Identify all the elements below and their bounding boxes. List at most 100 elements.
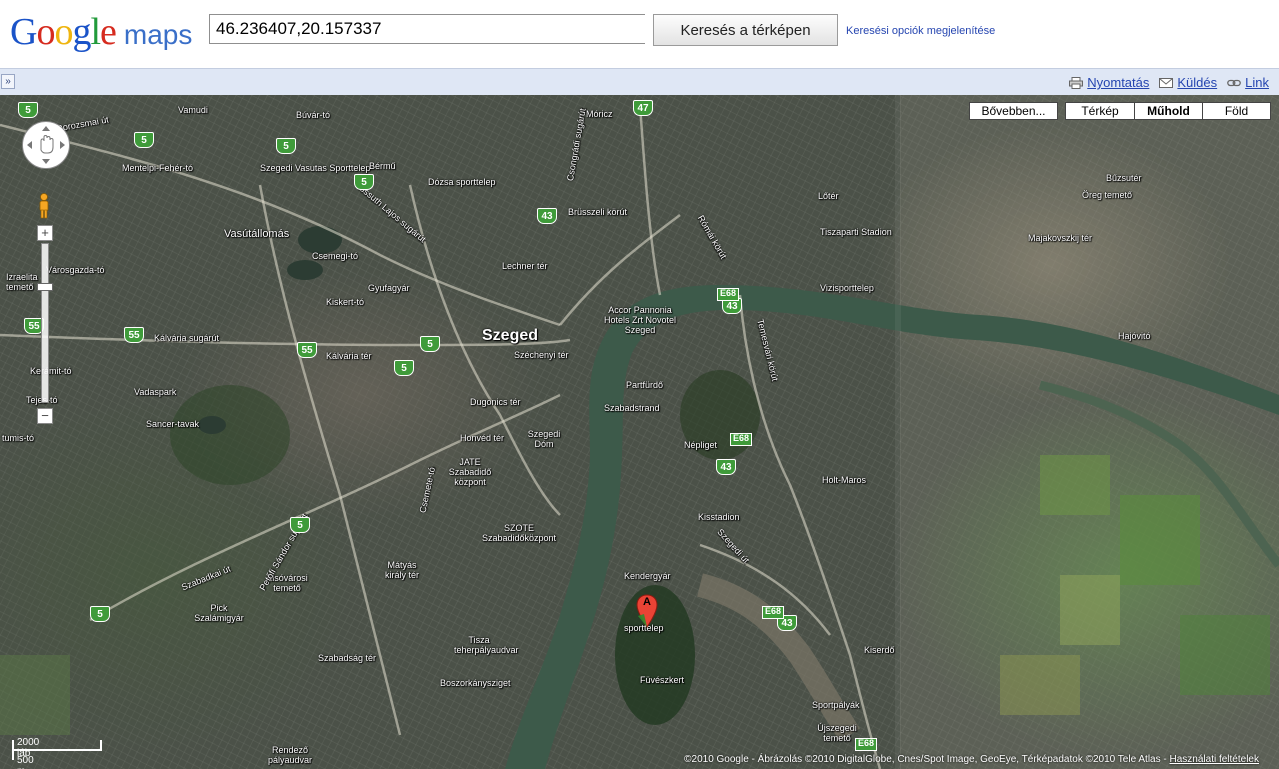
search-options-link[interactable]: Keresési opciók megjelenítése (846, 25, 995, 37)
map-label: Mátyás király tér (384, 560, 419, 580)
e-route-label: E68 (762, 606, 785, 619)
e-route-label: E68 (855, 738, 878, 751)
map-label: Vamudi (178, 105, 208, 115)
more-layers-button[interactable]: Bővebben... (969, 102, 1058, 120)
e-route-label: E68 (730, 433, 753, 446)
map-label: Lőtér (818, 191, 839, 201)
search-button[interactable]: Keresés a térképen (653, 14, 838, 46)
map-type-map-button[interactable]: Térkép (1065, 102, 1135, 120)
map-label: Sancer-tavak (146, 419, 200, 429)
map-label: Kiskert-tó (326, 297, 365, 307)
search-input[interactable] (209, 14, 645, 44)
map-label: Boszorkánysziget (440, 678, 511, 688)
map-label: Vizisporttelep (820, 283, 874, 293)
pegman-icon[interactable] (36, 193, 52, 219)
pan-arrows-icon (27, 126, 65, 164)
map-label: Tiszaparti Stadion (820, 227, 892, 237)
map-label: Bérmű (369, 161, 396, 171)
link-label: Link (1245, 75, 1269, 90)
map-label: Szegedi Vasutas Sporttelep (260, 163, 371, 173)
map-label: Szegedi Dóm (527, 429, 561, 449)
map-type-satellite-button[interactable]: Műhold (1134, 102, 1203, 120)
map-label: JATE Szabadidő központ (448, 457, 492, 487)
road-shield: 5 (276, 138, 296, 154)
road-shield: 5 (394, 360, 414, 376)
map-label: Tisza teherpályaudvar (454, 635, 519, 655)
envelope-icon (1159, 77, 1174, 88)
send-label: Küldés (1177, 75, 1218, 90)
map-label: Öreg temető (1082, 190, 1133, 200)
map-label: Vadaspark (134, 387, 177, 397)
map-label: Kisstadion (698, 512, 740, 522)
zoom-slider-track[interactable] (41, 243, 49, 403)
map-label: Honvéd tér (460, 433, 505, 443)
marker-label: A (643, 596, 651, 608)
map-label: Rendező pályaudvar (267, 745, 313, 765)
logo-maps-text: maps (123, 19, 193, 50)
satellite-map[interactable]: Szeged Vamudi Dorozsmai út Búvár-tó Móri… (0, 95, 1279, 769)
road-shield: 43 (537, 208, 557, 224)
map-label: Partfürdő (626, 380, 664, 390)
link-link[interactable]: Link (1227, 75, 1269, 90)
map-label: Dugonics tér (470, 397, 521, 407)
map-label: Lechner tér (502, 261, 548, 271)
road-shield: 43 (716, 459, 736, 475)
map-label: Gyufagyár (368, 283, 410, 293)
map-label: SZOTE Szabadidőközpont (481, 523, 557, 543)
map-label: Kerámit-tó (30, 366, 72, 376)
road-shield: 5 (354, 174, 374, 190)
map-label: Vasútállomás (224, 228, 290, 240)
map-label: Szabadstrand (604, 403, 660, 413)
print-link[interactable]: Nyomtatás (1069, 75, 1149, 90)
copyright-text: ©2010 Google - Ábrázolás ©2010 DigitalGl… (684, 754, 1170, 765)
map-label: Széchenyi tér (514, 350, 569, 360)
terms-of-use-link[interactable]: Használati feltételek (1170, 754, 1260, 765)
road-shield: 55 (297, 342, 317, 358)
map-type-earth-button[interactable]: Föld (1202, 102, 1271, 120)
map-label: Kálvária sugárút (154, 333, 220, 343)
copyright-notice: ©2010 Google - Ábrázolás ©2010 DigitalGl… (684, 754, 1259, 765)
scale-metric: 500 m (17, 755, 34, 769)
map-label: Kendergyár (624, 571, 671, 581)
road-shield: 5 (90, 606, 110, 622)
city-label: Szeged (482, 327, 539, 344)
map-label: Bűzsutér (1106, 173, 1142, 183)
road-shield: 5 (290, 517, 310, 533)
print-label: Nyomtatás (1087, 75, 1150, 90)
map-label: Kiserdő (864, 645, 895, 655)
map-label: Hajóvitó (1118, 331, 1151, 341)
road-shield: 47 (633, 100, 653, 116)
map-label: Kálvária tér (326, 351, 372, 361)
map-label: Accor Pannonia Hotels Zrt Novotel Szeged (603, 305, 677, 335)
toolbar-links: Nyomtatás Küldés Link (1069, 75, 1269, 90)
map-label: tumis-tó (2, 433, 35, 443)
road-shield: 5 (420, 336, 440, 352)
map-label: Dózsa sporttelep (428, 177, 496, 187)
map-label: Füvészkert (640, 675, 685, 685)
road-shield: 55 (124, 327, 144, 343)
chain-link-icon (1227, 79, 1241, 86)
map-label: Városgazda-tó (46, 265, 105, 275)
map-label: Népliget (684, 440, 718, 450)
pan-control[interactable] (22, 121, 70, 169)
collapse-panel-button[interactable]: » (1, 74, 15, 89)
map-label: Sportpályák (812, 700, 860, 710)
google-maps-logo[interactable]: Google maps (10, 10, 192, 54)
map-label: Pick Szalámigyár (194, 603, 244, 623)
map-label: Búvár-tó (296, 110, 331, 120)
map-label: Brüsszeli körút (568, 207, 628, 217)
zoom-in-button[interactable]: + (37, 225, 53, 241)
e-route-label: E68 (717, 288, 740, 301)
map-label: Mentelpi-Fehér-tó (122, 163, 194, 173)
send-link[interactable]: Küldés (1159, 75, 1217, 90)
map-label: Holt-Maros (822, 475, 867, 485)
map-label: Szabadság tér (318, 653, 377, 663)
zoom-out-button[interactable]: − (37, 408, 53, 424)
zoom-slider-handle[interactable] (37, 283, 53, 291)
printer-icon (1069, 76, 1084, 89)
header: Googlemaps Keresés a térképen Keresési o… (0, 0, 1279, 68)
toolbar: » Nyomtatás Küldés Link (0, 68, 1279, 96)
map-label: Majakovszkij tér (1028, 233, 1093, 243)
map-label: Móricz (586, 109, 613, 119)
road-shield: 5 (18, 102, 38, 118)
